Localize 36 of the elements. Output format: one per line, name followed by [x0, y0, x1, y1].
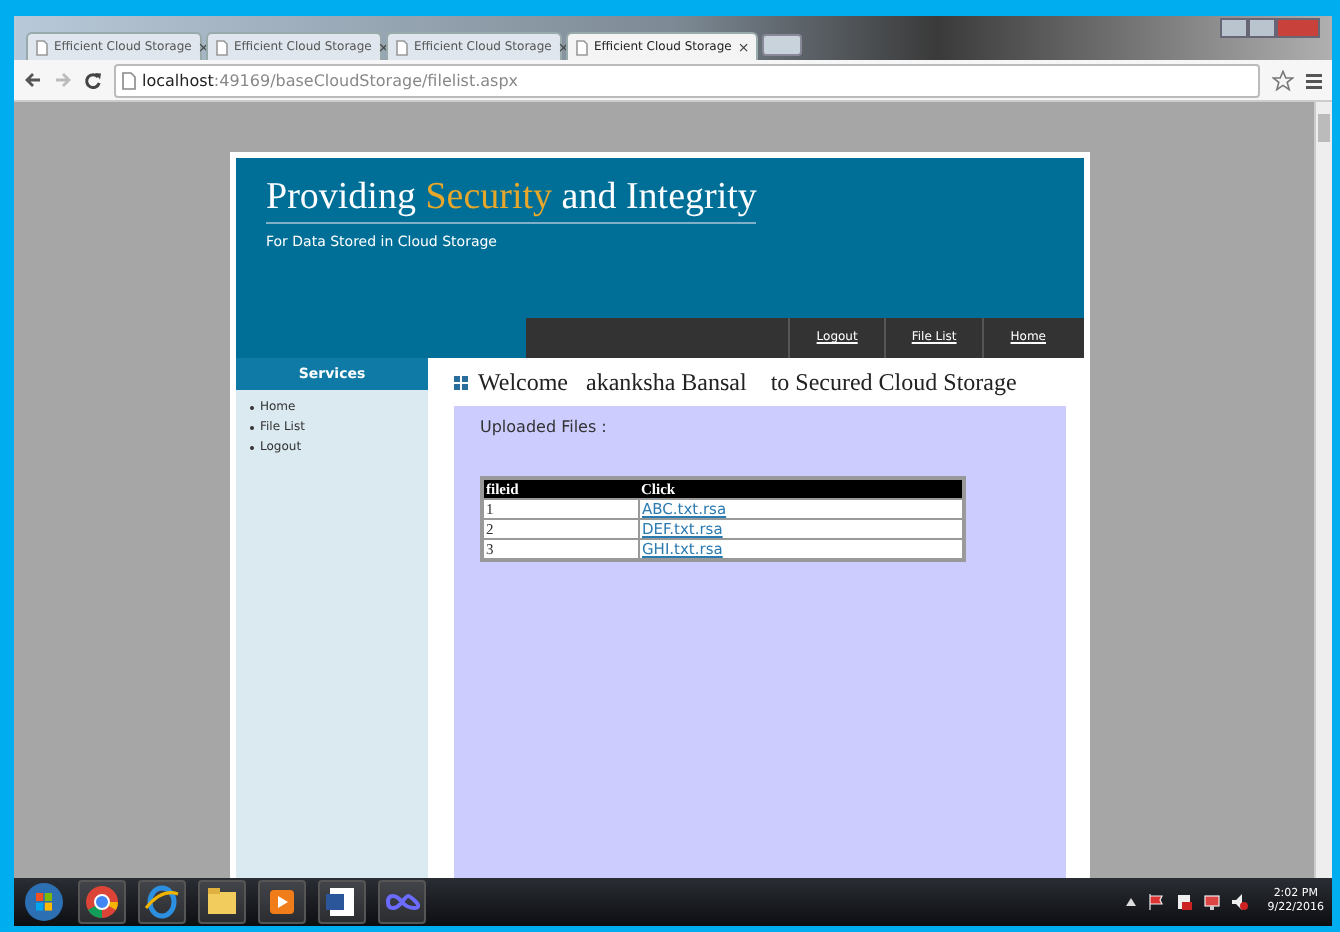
section-label: Uploaded Files : [480, 418, 609, 436]
play-icon [264, 884, 300, 920]
squares-icon [454, 375, 468, 389]
minimize-button[interactable] [1220, 18, 1248, 38]
url-text: localhost:49169/baseCloudStorage/filelist.aspx [142, 71, 519, 89]
star-icon[interactable] [1272, 69, 1294, 91]
taskbar-button[interactable] [138, 880, 186, 924]
taskbar-button[interactable] [258, 880, 306, 924]
page-icon [216, 39, 228, 55]
caret-icon[interactable] [1125, 898, 1136, 906]
taskbar-button[interactable] [318, 880, 366, 924]
speaker-icon[interactable] [1231, 894, 1248, 910]
globe-icon [144, 884, 180, 920]
address-bar[interactable]: localhost:49169/baseCloudStorage/filelist.aspx [114, 63, 1260, 97]
document-icon[interactable] [1175, 894, 1192, 910]
flag-icon[interactable] [1147, 894, 1164, 910]
taskbar-button[interactable] [198, 880, 246, 924]
folder-icon [204, 884, 240, 920]
windows-logo-icon [24, 882, 64, 922]
page-icon [122, 71, 136, 89]
document-icon [324, 884, 360, 920]
page-icon [396, 39, 408, 55]
site-title: Providing Security and Integrity [266, 176, 757, 224]
welcome-heading: Welcome akanksha Bansal to Secured Cloud Storage [478, 367, 1017, 397]
back-icon[interactable] [24, 72, 42, 88]
menu-icon[interactable] [1306, 71, 1322, 89]
taskbar-button[interactable] [78, 880, 126, 924]
start-button[interactable] [22, 882, 66, 922]
scrollbar[interactable] [1314, 102, 1332, 878]
new-tab-button[interactable] [762, 34, 802, 56]
page-icon [576, 39, 588, 55]
page-icon [36, 39, 48, 55]
monitor-icon[interactable] [1203, 894, 1220, 910]
maximize-button[interactable] [1248, 18, 1276, 38]
round-app-icon [84, 884, 120, 920]
reload-icon[interactable] [84, 71, 102, 89]
